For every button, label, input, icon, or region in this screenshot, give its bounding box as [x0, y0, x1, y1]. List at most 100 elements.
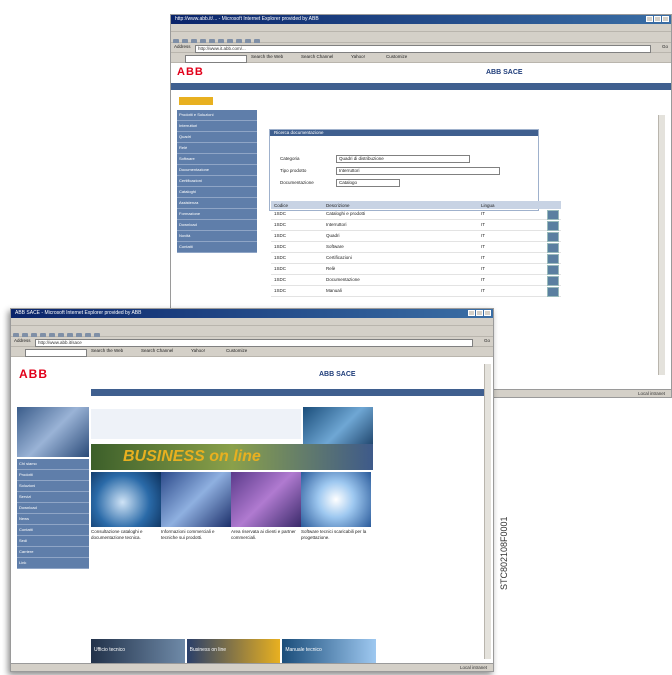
link-search-web[interactable]: Search the Web [251, 54, 283, 59]
table-row[interactable]: 1SDC Certificazioni IT [271, 253, 561, 264]
close-icon[interactable] [484, 310, 491, 316]
sidebar-item[interactable]: Software [177, 154, 257, 165]
vertical-scrollbar[interactable] [484, 364, 491, 659]
sidebar-item[interactable]: Prodotti [17, 470, 89, 481]
link-yahoo[interactable]: Yahoo! [191, 348, 205, 353]
sidebar-item[interactable]: Certificazioni [177, 176, 257, 187]
sidebar-item[interactable]: Interruttori [177, 121, 257, 132]
maximize-icon[interactable] [654, 16, 661, 22]
business-online-logo[interactable] [179, 97, 213, 105]
product-type-select[interactable]: Interruttori [336, 167, 500, 175]
vertical-scrollbar[interactable] [658, 115, 665, 375]
link-customize[interactable]: Customize [226, 348, 247, 353]
title-bar: http://www.abb.it/... - Microsoft Intern… [171, 15, 671, 24]
link-customize[interactable]: Customize [386, 54, 407, 59]
footer-banner[interactable]: Business on line [186, 639, 281, 663]
sidebar-item[interactable]: Assistenza [177, 198, 257, 209]
download-icon[interactable] [547, 265, 559, 275]
minimize-icon[interactable] [646, 16, 653, 22]
download-icon[interactable] [547, 232, 559, 242]
address-input[interactable]: http://www.abb.it/sace [35, 338, 473, 347]
toolbar [171, 32, 671, 45]
go-button[interactable]: Go [662, 44, 668, 49]
nav-item[interactable]: Prodotti [147, 398, 163, 403]
image-tiles [91, 472, 371, 527]
sidebar-item[interactable]: Download [177, 220, 257, 231]
title-bar: ABB SACE - Microsoft Internet Explorer p… [11, 309, 493, 318]
links-bar: Search the Web Search Channel Yahoo! Cus… [11, 347, 493, 357]
download-icon[interactable] [547, 221, 559, 231]
sidebar-item[interactable]: Carriere [17, 547, 89, 558]
links-search-input[interactable] [185, 54, 247, 63]
download-icon[interactable] [547, 254, 559, 264]
sidebar-item[interactable]: Cataloghi [177, 187, 257, 198]
maximize-icon[interactable] [476, 310, 483, 316]
sidebar-item[interactable]: Chi siamo [17, 459, 89, 470]
sidebar-item[interactable]: Novità [177, 231, 257, 242]
minimize-icon[interactable] [468, 310, 475, 316]
form-label: Tipo prodotto [280, 168, 307, 173]
col-header[interactable]: Lingua [481, 203, 495, 208]
sidebar-item[interactable]: Relè [177, 143, 257, 154]
brand-name: ABB SACE [319, 371, 356, 378]
nav-item[interactable]: Servizi [183, 398, 197, 403]
nav-item[interactable]: Prodotti [295, 92, 311, 97]
download-icon[interactable] [547, 243, 559, 253]
banner-text[interactable]: BUSINESS on line [123, 448, 261, 466]
cell-code: 1SDC [274, 211, 287, 216]
sidebar-item[interactable]: Documentazione [177, 165, 257, 176]
col-header[interactable]: Codice [274, 203, 288, 208]
abb-logo[interactable]: ABB [177, 66, 204, 78]
sidebar-item[interactable]: Contatti [177, 242, 257, 253]
sidebar-item[interactable]: News [17, 514, 89, 525]
eye-tile-image[interactable] [91, 472, 161, 527]
table-row[interactable]: 1SDC Cataloghi e prodotti IT [271, 209, 561, 220]
sidebar-item[interactable]: Soluzioni [17, 481, 89, 492]
footer-banner[interactable]: Ufficio tecnico [91, 639, 185, 663]
download-icon[interactable] [547, 276, 559, 286]
cell-lang: IT [481, 222, 485, 227]
table-row[interactable]: 1SDC Quadri IT [271, 231, 561, 242]
link-yahoo[interactable]: Yahoo! [351, 54, 365, 59]
hands-tile-image[interactable] [161, 472, 231, 527]
go-button[interactable]: Go [484, 338, 490, 343]
document-select[interactable]: Catalogo [336, 179, 400, 187]
nav-item[interactable]: Contatti [331, 92, 347, 97]
table-row[interactable]: 1SDC Manuali IT [271, 286, 561, 297]
status-zone: Local intranet [459, 665, 487, 670]
link-search-web[interactable]: Search the Web [91, 348, 123, 353]
link-search-channel[interactable]: Search Channel [301, 54, 333, 59]
table-row[interactable]: 1SDC Documentazione IT [271, 275, 561, 286]
intro-box [91, 409, 301, 439]
nav-item[interactable]: Contatti [257, 398, 273, 403]
sidebar-item[interactable]: Link [17, 558, 89, 569]
sidebar-item[interactable]: Quadri [177, 132, 257, 143]
light-tile-image[interactable] [301, 472, 371, 527]
sidebar-item[interactable]: Formazione [177, 209, 257, 220]
toolbar [11, 326, 493, 339]
table-row[interactable]: 1SDC Software IT [271, 242, 561, 253]
table-row[interactable]: 1SDC Relè IT [271, 264, 561, 275]
close-icon[interactable] [662, 16, 669, 22]
circuit-tile-image[interactable] [231, 472, 301, 527]
abb-logo[interactable]: ABB [19, 367, 48, 381]
download-icon[interactable] [547, 287, 559, 297]
address-label: Address [174, 44, 191, 49]
category-select[interactable]: Quadri di distribuzione [336, 155, 470, 163]
nav-item[interactable]: Download [217, 398, 237, 403]
col-header[interactable]: Descrizione [326, 203, 350, 208]
nav-item[interactable]: Company [107, 398, 126, 403]
links-search-input[interactable] [25, 348, 87, 357]
download-icon[interactable] [547, 210, 559, 220]
table-row[interactable]: 1SDC Interruttori IT [271, 220, 561, 231]
link-search-channel[interactable]: Search Channel [141, 348, 173, 353]
search-panel: Ricerca documentazione Categoria Quadri … [269, 129, 539, 211]
sidebar-item[interactable]: Download [17, 503, 89, 514]
address-input[interactable]: http://www.it.abb.com/... [195, 44, 651, 53]
nav-item[interactable]: Software [257, 92, 275, 97]
sidebar-item[interactable]: Servizi [17, 492, 89, 503]
footer-banner[interactable]: Manuale tecnico [282, 639, 377, 663]
sidebar-item[interactable]: Contatti [17, 525, 89, 536]
sidebar-item[interactable]: Sedi [17, 536, 89, 547]
sidebar-item[interactable]: Prodotti e Soluzioni [177, 110, 257, 121]
